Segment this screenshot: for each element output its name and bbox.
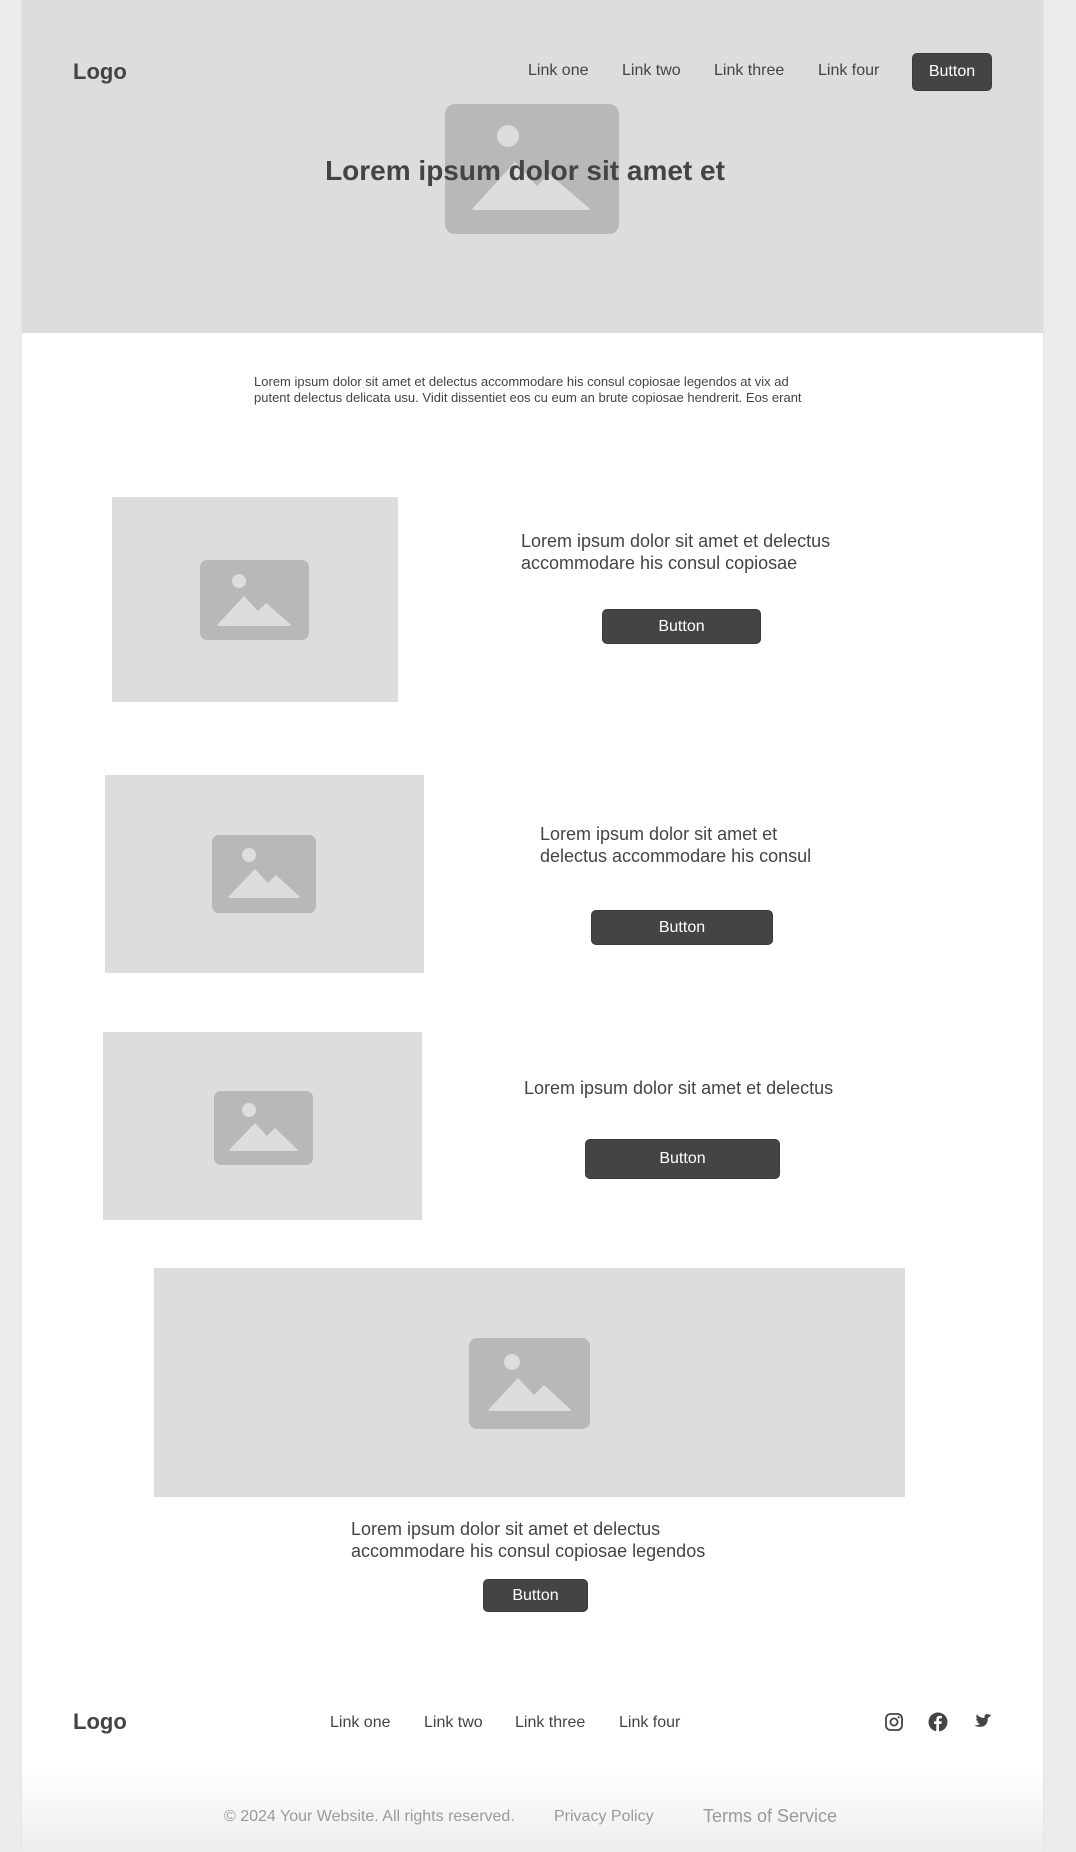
- feature-image-2: [105, 775, 424, 973]
- image-placeholder-icon: [214, 1091, 313, 1165]
- footer-link-two[interactable]: Link two: [424, 1714, 483, 1732]
- nav-link-four[interactable]: Link four: [818, 62, 879, 80]
- nav-link-three[interactable]: Link three: [714, 62, 784, 80]
- terms-of-service-link[interactable]: Terms of Service: [703, 1806, 837, 1827]
- nav-link-one[interactable]: Link one: [528, 62, 589, 80]
- nav-link-two[interactable]: Link two: [622, 62, 681, 80]
- privacy-policy-link[interactable]: Privacy Policy: [554, 1808, 654, 1826]
- footer-link-four[interactable]: Link four: [619, 1714, 680, 1732]
- hero-section: Logo Link one Link two Link three Link f…: [22, 0, 1043, 333]
- footer-bottom-bar: [22, 1770, 1043, 1852]
- footer-link-one[interactable]: Link one: [330, 1714, 391, 1732]
- image-placeholder-icon: [212, 835, 316, 913]
- facebook-icon[interactable]: [928, 1712, 948, 1732]
- header-logo[interactable]: Logo: [73, 59, 127, 85]
- copyright-text: © 2024 Your Website. All rights reserved…: [224, 1808, 515, 1825]
- banner-text: Lorem ipsum dolor sit amet et delectus a…: [351, 1519, 706, 1561]
- feature-button-2[interactable]: Button: [591, 910, 773, 945]
- banner-button[interactable]: Button: [483, 1579, 588, 1612]
- intro-text: Lorem ipsum dolor sit amet et delectus a…: [254, 374, 802, 405]
- feature-text-2: Lorem ipsum dolor sit amet et delectus a…: [540, 824, 812, 866]
- feature-image-3: [103, 1032, 422, 1220]
- feature-button-1[interactable]: Button: [602, 609, 761, 644]
- feature-image-1: [112, 497, 398, 702]
- banner-image: [154, 1268, 905, 1497]
- instagram-icon[interactable]: [884, 1712, 904, 1732]
- footer-link-three[interactable]: Link three: [515, 1714, 585, 1732]
- page: Logo Link one Link two Link three Link f…: [22, 0, 1043, 1852]
- image-placeholder-icon: [200, 560, 309, 640]
- feature-text-3: Lorem ipsum dolor sit amet et delectus: [524, 1078, 834, 1098]
- twitter-icon[interactable]: [971, 1713, 992, 1731]
- feature-button-3[interactable]: Button: [585, 1139, 780, 1179]
- footer-logo[interactable]: Logo: [73, 1709, 127, 1735]
- feature-text-1: Lorem ipsum dolor sit amet et delectus a…: [521, 531, 831, 573]
- hero-title: Lorem ipsum dolor sit amet et: [325, 155, 725, 186]
- image-placeholder-icon: [469, 1338, 590, 1429]
- header-cta-button[interactable]: Button: [912, 53, 992, 91]
